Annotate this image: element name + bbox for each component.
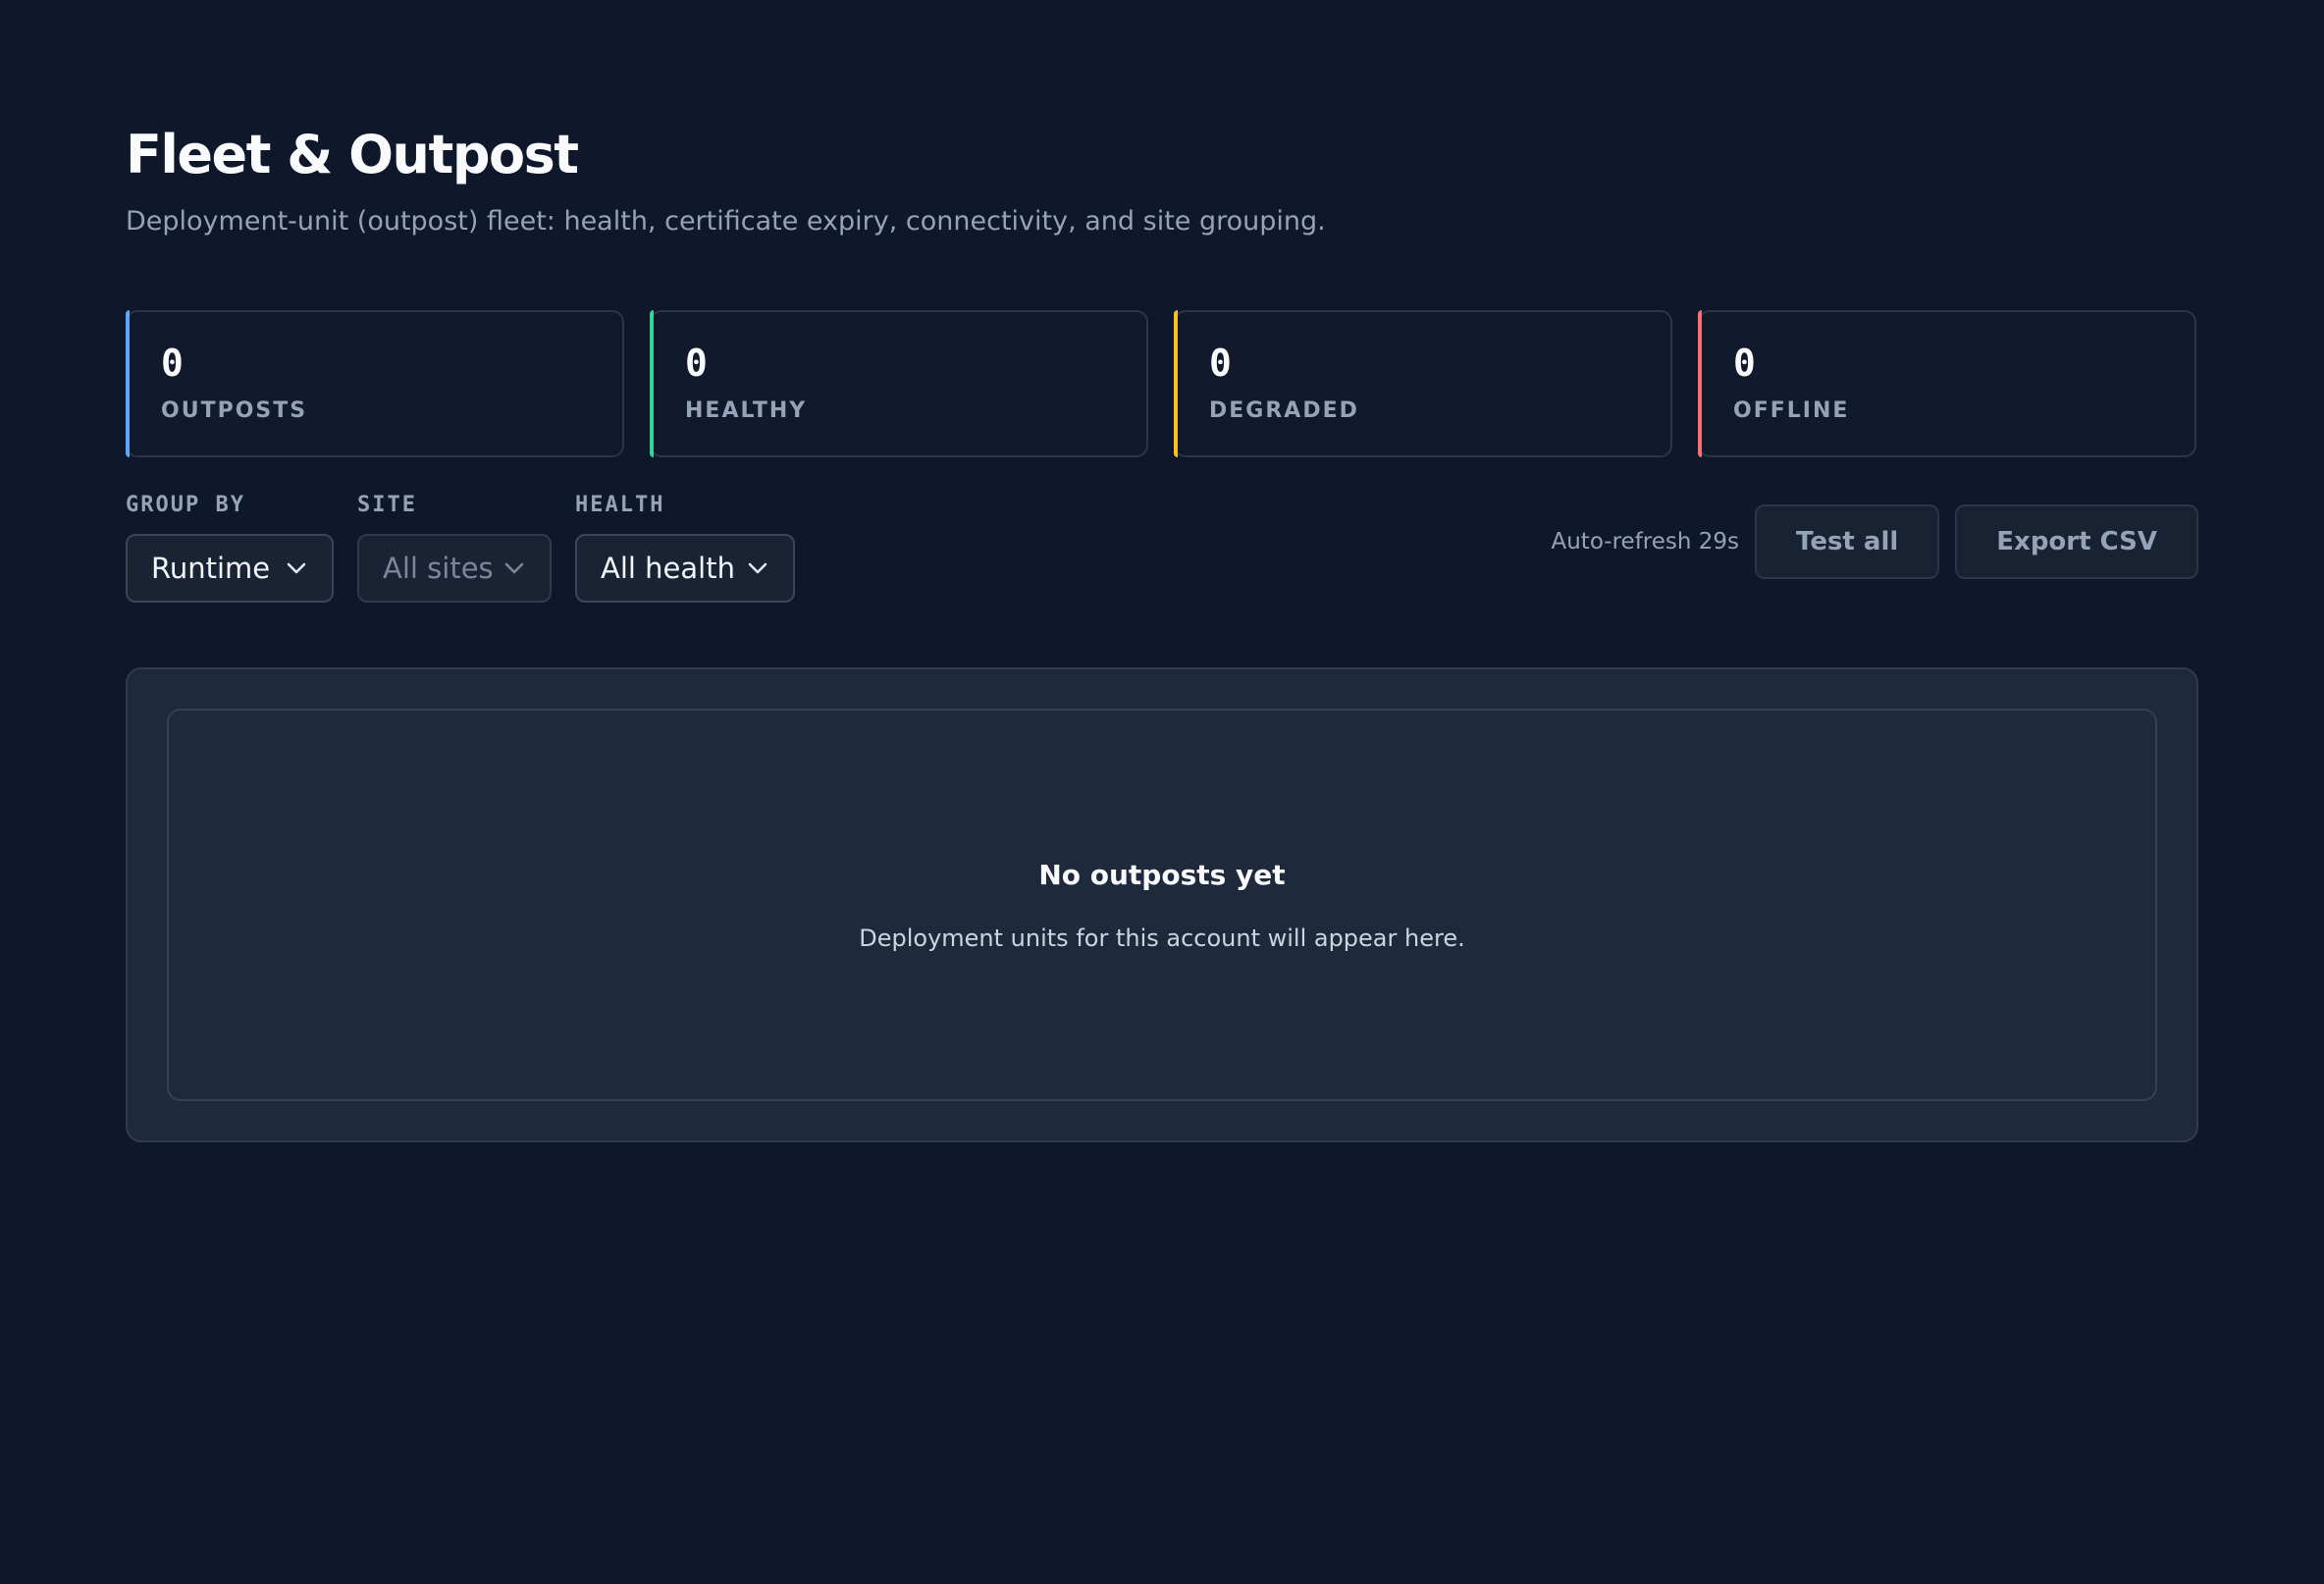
stat-value-degraded: 0 xyxy=(1209,342,1232,385)
page-subtitle: Deployment-unit (outpost) fleet: health,… xyxy=(126,206,1326,237)
stat-value-offline: 0 xyxy=(1733,342,1756,385)
test-all-button[interactable]: Test all xyxy=(1755,504,1940,579)
stat-label-degraded: DEGRADED xyxy=(1209,398,1359,423)
group-by-select[interactable]: Runtime xyxy=(126,534,334,603)
chevron-down-icon xyxy=(285,556,308,580)
empty-state-title: No outposts yet xyxy=(1038,858,1286,891)
stat-value-healthy: 0 xyxy=(685,342,708,385)
stat-label-healthy: HEALTHY xyxy=(685,398,808,423)
group-by-label: GROUP BY xyxy=(126,493,245,517)
site-select[interactable]: All sites xyxy=(357,534,552,603)
stat-accent-degraded xyxy=(1174,310,1178,457)
page-title: Fleet & Outpost xyxy=(126,124,579,185)
stat-label-offline: OFFLINE xyxy=(1733,398,1850,423)
health-label: HEALTH xyxy=(575,493,665,517)
stat-card-offline: 0 OFFLINE xyxy=(1698,310,2196,457)
stat-card-outposts: 0 OUTPOSTS xyxy=(126,310,624,457)
stat-card-healthy: 0 HEALTHY xyxy=(650,310,1148,457)
stat-value-outposts: 0 xyxy=(161,342,184,385)
chevron-down-icon xyxy=(502,556,526,580)
group-by-filter: GROUP BY Runtime xyxy=(126,491,334,603)
auto-refresh-status: Auto-refresh 29s xyxy=(1551,529,1740,554)
empty-state: No outposts yet Deployment units for thi… xyxy=(167,709,2157,1101)
health-value: All health xyxy=(601,552,735,585)
stat-accent-outposts xyxy=(126,310,130,457)
group-by-value: Runtime xyxy=(151,552,271,585)
chevron-down-icon xyxy=(746,556,769,580)
fleet-page: Fleet & Outpost Deployment-unit (outpost… xyxy=(126,116,2198,1142)
stat-label-outposts: OUTPOSTS xyxy=(161,398,308,423)
toolbar-actions: Auto-refresh 29s Test all Export CSV xyxy=(1551,504,2198,579)
site-filter: SITE All sites xyxy=(357,491,552,603)
stats-row: 0 OUTPOSTS 0 HEALTHY 0 DEGRADED 0 OFFLIN… xyxy=(126,310,2198,459)
export-csv-button[interactable]: Export CSV xyxy=(1955,504,2198,579)
site-label: SITE xyxy=(357,493,417,517)
site-value: All sites xyxy=(383,552,494,585)
outposts-panel: No outposts yet Deployment units for thi… xyxy=(126,667,2198,1142)
health-select[interactable]: All health xyxy=(575,534,795,603)
stat-card-degraded: 0 DEGRADED xyxy=(1174,310,1672,457)
stat-accent-offline xyxy=(1698,310,1702,457)
filter-bar: GROUP BY Runtime SITE All sites HEALTH A… xyxy=(126,491,2198,608)
health-filter: HEALTH All health xyxy=(575,491,795,603)
empty-state-text: Deployment units for this account will a… xyxy=(859,924,1465,952)
stat-accent-healthy xyxy=(650,310,654,457)
